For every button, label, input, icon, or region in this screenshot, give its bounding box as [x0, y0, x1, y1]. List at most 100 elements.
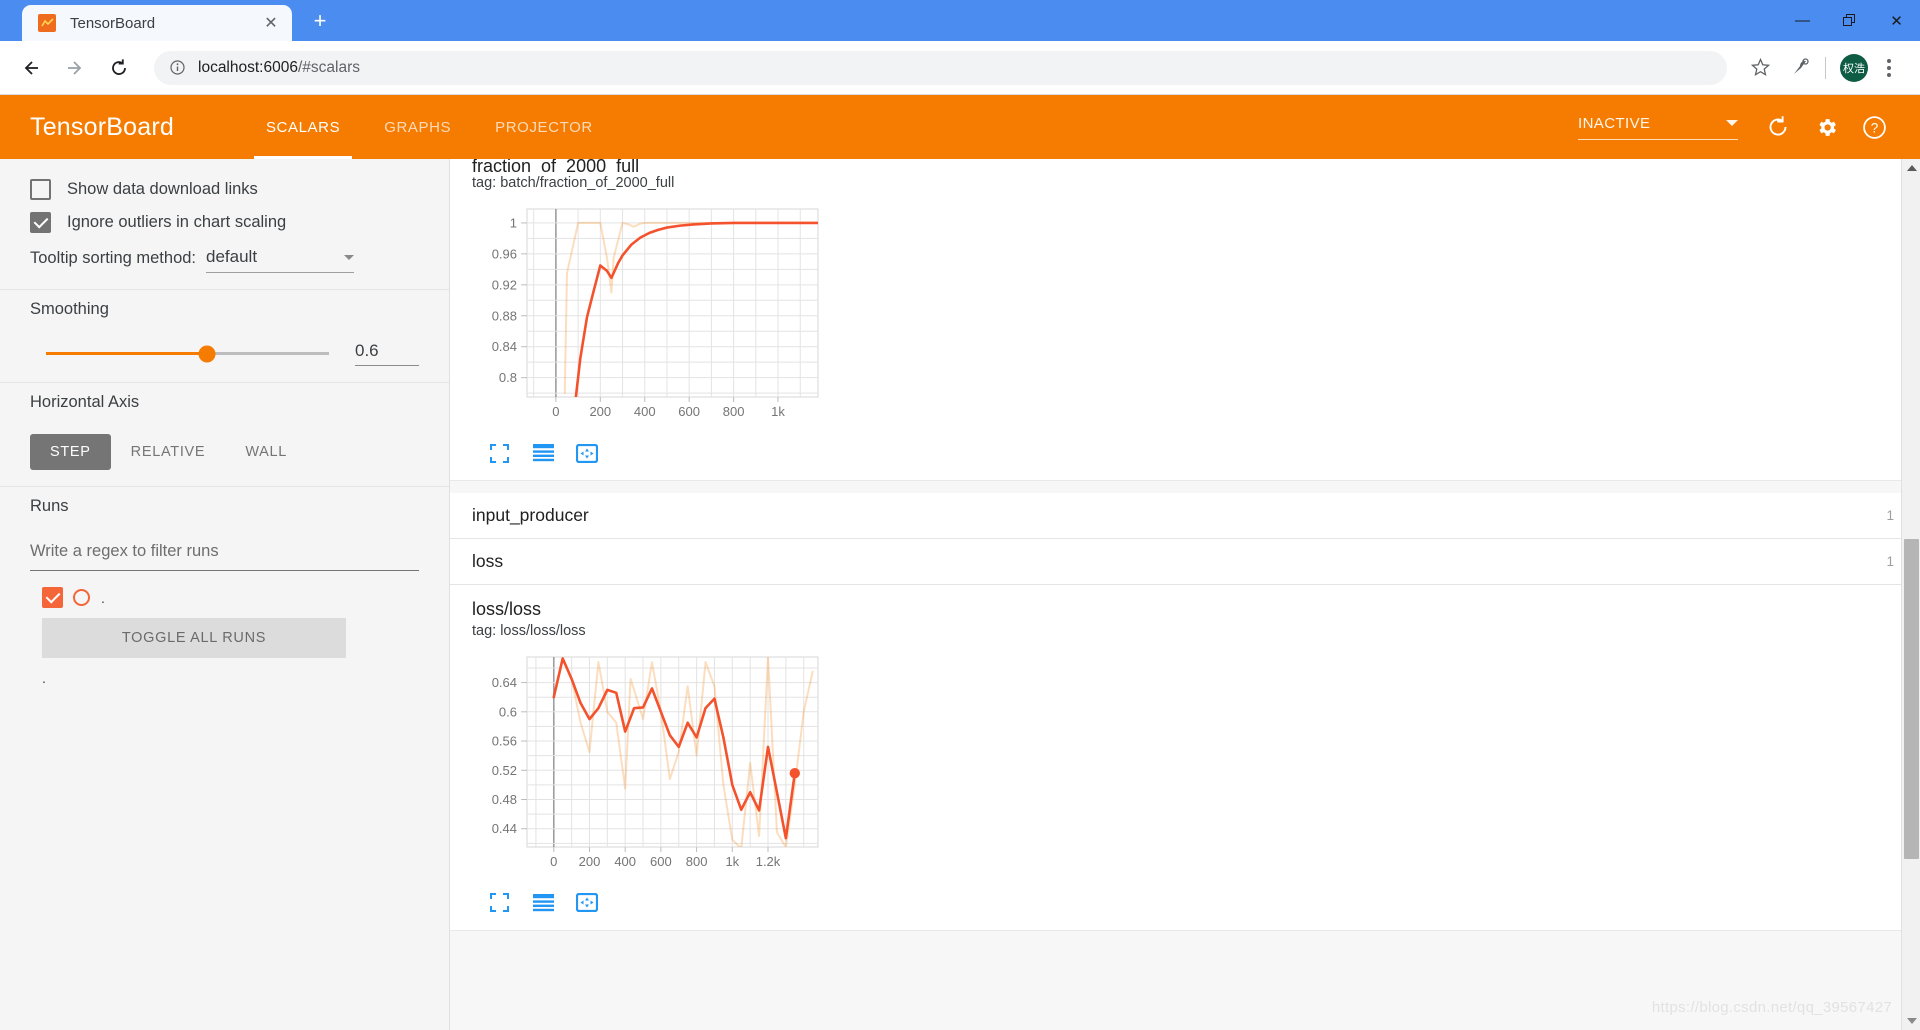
- watermark: https://blog.csdn.net/qq_39567427: [1651, 999, 1892, 1016]
- sidebar: Show data download links Ignore outliers…: [0, 159, 450, 1030]
- chart-svg: 0.44 0.48 0.52 0.56 0.6 0.64 0 200 400 600 800 1k 1.…: [492, 656, 819, 869]
- horizontal-axis-wall[interactable]: WALL: [225, 434, 307, 470]
- reload-icon[interactable]: [102, 51, 136, 85]
- url-path: /#scalars: [297, 58, 360, 76]
- run-item-label: .: [101, 589, 105, 606]
- window-controls: — ✕: [1779, 0, 1920, 41]
- svg-text:1.2k: 1.2k: [756, 854, 781, 869]
- svg-text:0.48: 0.48: [492, 792, 517, 807]
- tensorboard-tabs: SCALARS GRAPHS PROJECTOR: [244, 95, 615, 159]
- svg-text:0.84: 0.84: [492, 339, 517, 354]
- bookmark-star-icon[interactable]: [1743, 51, 1777, 85]
- chevron-down-icon: [344, 254, 355, 260]
- scrollbar-thumb[interactable]: [1904, 539, 1919, 859]
- svg-text:0.92: 0.92: [492, 277, 517, 292]
- chevron-down-icon: [1726, 120, 1738, 126]
- settings-gear-icon[interactable]: [1804, 105, 1848, 149]
- toggle-all-runs-button[interactable]: TOGGLE ALL RUNS: [42, 618, 346, 658]
- svg-text:0.56: 0.56: [492, 733, 517, 748]
- fit-domain-icon[interactable]: [574, 890, 600, 916]
- svg-text:600: 600: [650, 854, 672, 869]
- ignore-outliers-label: Ignore outliers in chart scaling: [67, 213, 287, 231]
- group-name: input_producer: [472, 505, 589, 525]
- runs-label: Runs: [30, 497, 69, 515]
- browser-titlebar: TensorBoard ✕ + — ✕: [0, 0, 1920, 41]
- chart-toolbar: [486, 890, 1920, 916]
- close-tab-icon[interactable]: ✕: [260, 12, 282, 34]
- chart-tag: tag: batch/fraction_of_2000_full: [472, 175, 675, 191]
- group-row-input-producer[interactable]: input_producer 1: [450, 493, 1920, 539]
- refresh-button[interactable]: [1756, 105, 1800, 149]
- group-row-loss[interactable]: loss 1: [450, 539, 1920, 585]
- horizontal-axis-label: Horizontal Axis: [30, 393, 140, 411]
- help-icon[interactable]: ?: [1852, 105, 1896, 149]
- svg-text:1k: 1k: [771, 404, 785, 419]
- back-icon[interactable]: [14, 51, 48, 85]
- chrome-menu-icon[interactable]: [1872, 51, 1906, 85]
- close-window-icon[interactable]: ✕: [1873, 0, 1920, 41]
- chart-svg: 0.8 0.84 0.88 0.92 0.96 1 0 200 400 600 800 1k: [492, 208, 819, 419]
- run-item[interactable]: .: [42, 587, 419, 608]
- svg-text:200: 200: [589, 404, 611, 419]
- chart-plot-loss[interactable]: 0.44 0.48 0.52 0.56 0.6 0.64 0 200 400 600 800 1k 1.…: [472, 649, 1920, 886]
- svg-text:0.96: 0.96: [492, 246, 517, 261]
- ignore-outliers-row[interactable]: Ignore outliers in chart scaling: [30, 212, 419, 233]
- svg-text:0.64: 0.64: [492, 675, 517, 690]
- expand-chart-icon[interactable]: [486, 890, 512, 916]
- fit-domain-icon[interactable]: [574, 440, 600, 466]
- vertical-scrollbar[interactable]: [1901, 159, 1920, 1030]
- inactive-dropdown[interactable]: INACTIVE: [1578, 115, 1738, 140]
- chart-plot-fraction[interactable]: 0.8 0.84 0.88 0.92 0.96 1 0 200 400 600 800 1k: [472, 201, 1920, 436]
- show-download-links-checkbox[interactable]: [30, 179, 51, 200]
- svg-text:0.8: 0.8: [499, 370, 517, 385]
- svg-text:0.44: 0.44: [492, 821, 517, 836]
- svg-text:0: 0: [550, 854, 557, 869]
- sidebar-options-section: Show data download links Ignore outliers…: [0, 169, 449, 290]
- svg-text:0.52: 0.52: [492, 762, 517, 777]
- tab-scalars[interactable]: SCALARS: [244, 95, 362, 159]
- tooltip-sorting-select[interactable]: default: [206, 247, 355, 273]
- tab-graphs[interactable]: GRAPHS: [362, 95, 473, 159]
- extension-icon[interactable]: [1783, 51, 1817, 85]
- scroll-up-icon[interactable]: [1902, 159, 1920, 177]
- address-bar[interactable]: localhost:6006/#scalars: [154, 50, 1727, 85]
- header-actions: INACTIVE ?: [1578, 95, 1896, 159]
- expand-chart-icon[interactable]: [486, 440, 512, 466]
- smoothing-slider-fill: [46, 352, 208, 355]
- horizontal-axis-section: Horizontal Axis STEP RELATIVE WALL: [0, 383, 449, 487]
- svg-text:800: 800: [723, 404, 745, 419]
- browser-tab[interactable]: TensorBoard ✕: [22, 5, 292, 41]
- run-checkbox[interactable]: [42, 587, 63, 608]
- horizontal-axis-relative[interactable]: RELATIVE: [111, 434, 226, 470]
- tensorboard-header: TensorBoard SCALARS GRAPHS PROJECTOR INA…: [0, 95, 1920, 159]
- group-name: loss: [472, 551, 504, 571]
- smoothing-slider-thumb[interactable]: [198, 345, 216, 362]
- scroll-down-icon[interactable]: [1902, 1012, 1920, 1030]
- browser-toolbar: localhost:6006/#scalars 权浩: [0, 41, 1920, 95]
- svg-text:0.6: 0.6: [499, 704, 517, 719]
- tensorboard-favicon: [38, 14, 56, 32]
- new-tab-icon[interactable]: +: [306, 7, 334, 35]
- toggle-y-axis-icon[interactable]: [530, 440, 556, 466]
- minimize-icon[interactable]: —: [1779, 0, 1826, 41]
- tooltip-sorting-row: Tooltip sorting method: default: [30, 247, 419, 273]
- smoothing-slider[interactable]: [46, 345, 329, 362]
- toggle-y-axis-icon[interactable]: [530, 890, 556, 916]
- avatar[interactable]: 权浩: [1840, 53, 1868, 82]
- tab-projector[interactable]: PROJECTOR: [473, 95, 615, 159]
- runs-filter-input[interactable]: [30, 538, 419, 571]
- runs-section: Runs . TOGGLE ALL RUNS .: [0, 487, 449, 702]
- site-info-icon[interactable]: [168, 59, 186, 77]
- horizontal-axis-step[interactable]: STEP: [30, 434, 111, 470]
- ignore-outliers-checkbox[interactable]: [30, 212, 51, 233]
- show-download-links-row[interactable]: Show data download links: [30, 179, 419, 200]
- maximize-icon[interactable]: [1826, 0, 1873, 41]
- group-count: 1: [1886, 554, 1894, 569]
- svg-text:600: 600: [678, 404, 700, 419]
- horizontal-axis-options: STEP RELATIVE WALL: [30, 434, 419, 470]
- svg-text:400: 400: [634, 404, 656, 419]
- svg-text:200: 200: [579, 854, 601, 869]
- forward-icon[interactable]: [58, 51, 92, 85]
- svg-text:0.88: 0.88: [492, 308, 517, 323]
- smoothing-value-input[interactable]: 0.6: [355, 341, 419, 366]
